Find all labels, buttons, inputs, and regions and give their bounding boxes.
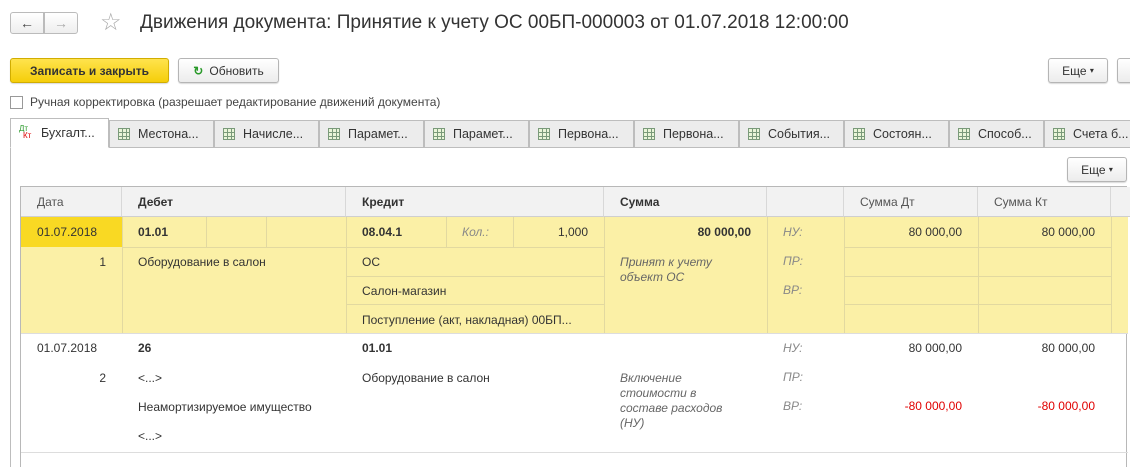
credit-account[interactable]: 01.01 [346, 333, 604, 363]
tab-4[interactable]: Парамет... [424, 120, 529, 148]
sum-dt[interactable] [844, 246, 978, 275]
dropdown-icon: ▾ [1108, 165, 1113, 174]
accounting-type-label: НУ: [783, 340, 803, 355]
debit-subconto[interactable]: <...> [122, 421, 346, 450]
row-content[interactable]: Принят к учету объект ОС [620, 255, 750, 285]
tab-7[interactable]: События... [739, 120, 844, 148]
arrow-right-icon: → [54, 15, 68, 31]
sum-kt[interactable] [978, 246, 1111, 275]
debit-subconto[interactable]: Оборудование в салон [122, 247, 346, 277]
sum-dt[interactable]: -80 000,00 [844, 391, 978, 420]
table-more-button[interactable]: Еще ▾ [1067, 157, 1127, 182]
accounting-type-label: ВР: [783, 282, 803, 297]
credit-subconto[interactable]: ОС [346, 247, 604, 276]
row-sum[interactable]: 80 000,00 [604, 217, 767, 247]
debit-subconto[interactable]: <...> [122, 363, 346, 392]
sum-kt[interactable]: 80 000,00 [978, 217, 1111, 246]
credit-subconto[interactable]: Поступление (акт, накладная) 00БП... [346, 305, 604, 334]
more-button[interactable]: Еще ▾ [1048, 58, 1108, 83]
tab-6[interactable]: Первона... [634, 120, 739, 148]
forward-button[interactable]: → [44, 12, 78, 34]
table-icon [1053, 128, 1065, 140]
tab-2[interactable]: Начисле... [214, 120, 319, 148]
credit-subconto[interactable]: Салон-магазин [346, 276, 604, 305]
row-number: 2 [99, 371, 106, 385]
accounting-type-label: ПР: [783, 369, 803, 384]
table-icon [748, 128, 760, 140]
accounting-type-label: ВР: [783, 398, 803, 413]
table-icon [853, 128, 865, 140]
table-icon [538, 128, 550, 140]
table-icon [958, 128, 970, 140]
row-date[interactable]: 01.07.2018 [21, 217, 122, 247]
credit-qty[interactable]: 1,000 [513, 217, 604, 247]
col-label [767, 187, 844, 217]
accounting-type-label: НУ: [783, 224, 803, 239]
save-close-button[interactable]: Записать и закрыть [10, 58, 169, 83]
col-date[interactable]: Дата [21, 187, 122, 217]
favorite-star-icon[interactable]: ☆ [100, 8, 122, 37]
tab-10[interactable]: Счета б... [1044, 120, 1130, 148]
dt-kt-icon: Дт Кт [19, 124, 32, 140]
col-sum-dt[interactable]: Сумма Дт [844, 187, 978, 217]
page-title: Движения документа: Принятие к учету ОС … [140, 12, 849, 33]
accounting-type-label: ПР: [783, 253, 803, 268]
debit-account[interactable]: 01.01 [122, 217, 206, 247]
tab-5[interactable]: Первона... [529, 120, 634, 148]
debit-subconto[interactable]: Неамортизируемое имущество [122, 392, 346, 421]
back-button[interactable]: ← [10, 12, 44, 34]
row-content[interactable]: Включение стоимости в составе расходов (… [620, 371, 730, 431]
table-icon [328, 128, 340, 140]
credit-subconto[interactable]: Оборудование в салон [346, 363, 604, 392]
col-sum[interactable]: Сумма [604, 187, 767, 217]
col-sum-kt[interactable]: Сумма Кт [978, 187, 1111, 217]
sum-dt[interactable]: 80 000,00 [844, 217, 978, 246]
refresh-icon: ↻ [193, 63, 204, 78]
row-number: 1 [99, 255, 106, 269]
panel-border [10, 147, 11, 467]
row-date[interactable]: 01.07.2018 [21, 333, 122, 363]
col-credit[interactable]: Кредит [346, 187, 604, 217]
manual-correction-checkbox[interactable] [10, 95, 23, 109]
tab-8[interactable]: Состоян... [844, 120, 949, 148]
tab-1[interactable]: Местона... [109, 120, 214, 148]
table-icon [433, 128, 445, 140]
sum-dt[interactable] [844, 275, 978, 304]
sum-kt[interactable] [978, 275, 1111, 304]
manual-correction[interactable]: Ручная корректировка (разрешает редактир… [10, 95, 440, 109]
tab-9[interactable]: Способ... [949, 120, 1044, 148]
arrow-left-icon: ← [20, 15, 34, 31]
table-icon [118, 128, 130, 140]
sum-dt[interactable]: 80 000,00 [844, 333, 978, 362]
sum-dt[interactable] [844, 362, 978, 391]
refresh-button[interactable]: ↻ Обновить [178, 58, 279, 83]
more2-button[interactable]: ⋮ [1117, 58, 1130, 83]
sum-kt[interactable] [978, 362, 1111, 391]
table-icon [643, 128, 655, 140]
debit-account[interactable]: 26 [122, 333, 346, 363]
sum-kt[interactable]: -80 000,00 [978, 391, 1111, 420]
table-icon [223, 128, 235, 140]
col-debit[interactable]: Дебет [122, 187, 346, 217]
credit-account[interactable]: 08.04.1 [346, 217, 446, 247]
sum-kt[interactable]: 80 000,00 [978, 333, 1111, 362]
qty-label: Кол.: [462, 225, 489, 239]
movements-table: Дата Дебет Кредит Сумма Сумма Дт Сумма К… [20, 186, 1130, 467]
tab-0[interactable]: Дт Кт Бухгалт... [10, 118, 109, 148]
tab-3[interactable]: Парамет... [319, 120, 424, 148]
dropdown-icon: ▾ [1089, 66, 1094, 75]
